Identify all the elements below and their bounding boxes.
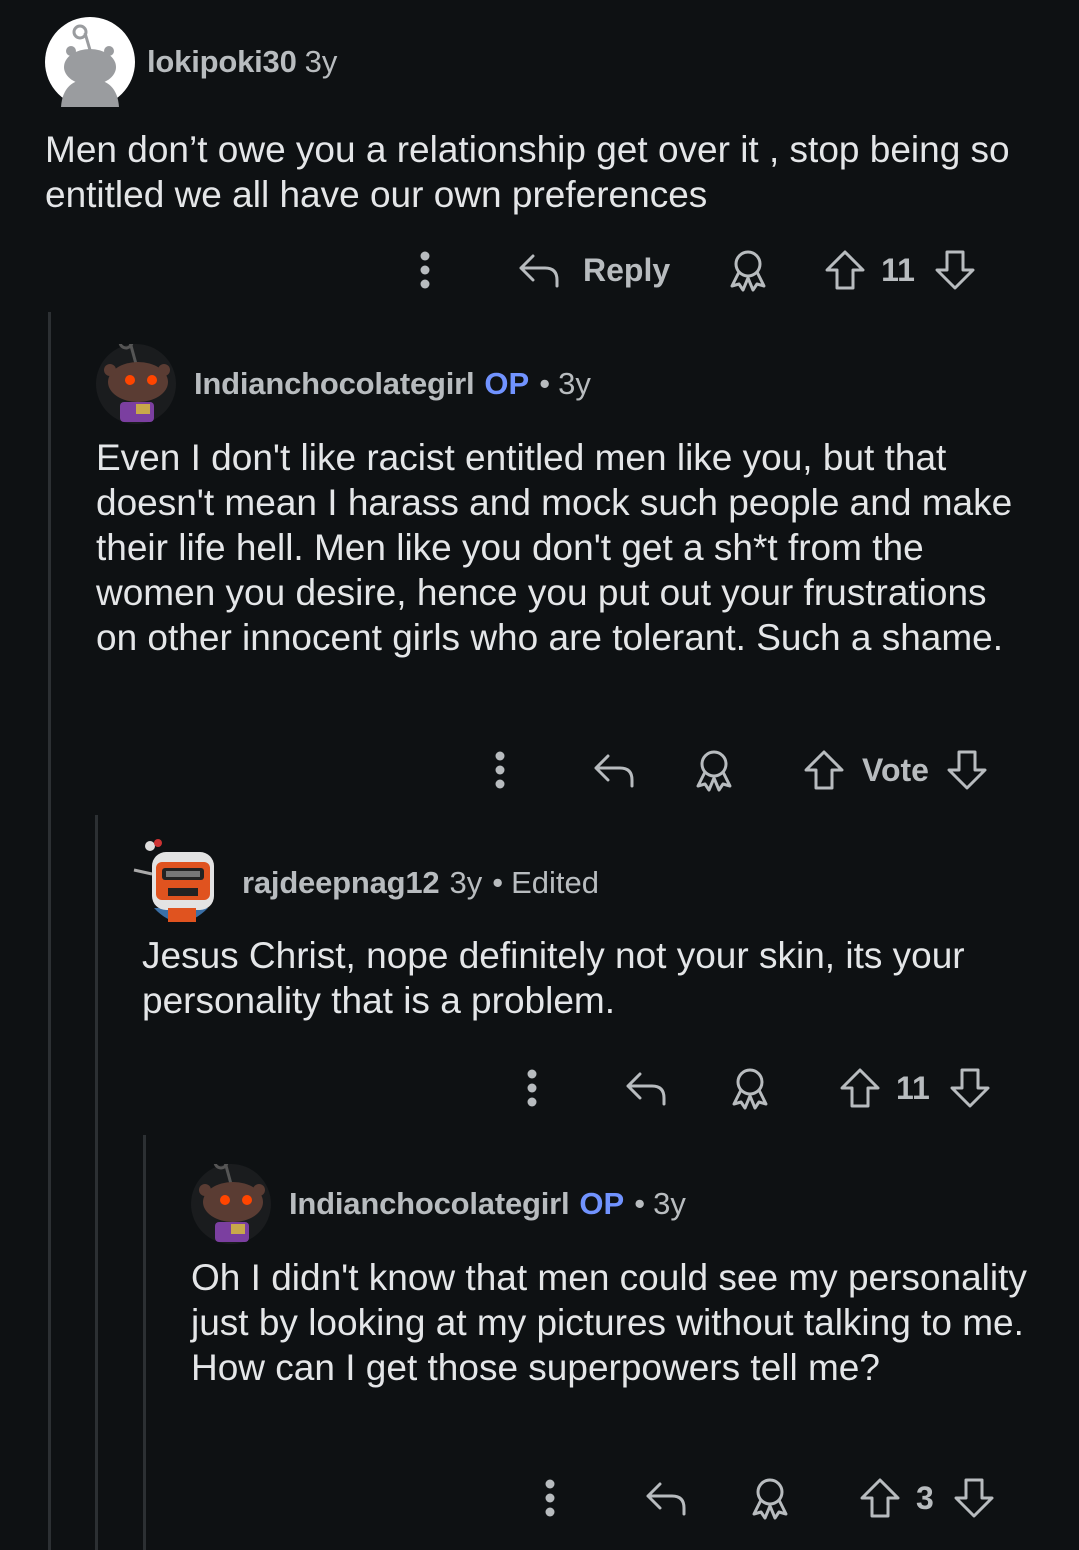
separator-dot: • — [492, 865, 504, 900]
award-button[interactable] — [728, 1066, 772, 1110]
custom-snoo-avatar-icon — [191, 1154, 271, 1244]
user-avatar[interactable] — [191, 1154, 271, 1244]
upvote-button[interactable] — [858, 1476, 902, 1520]
upvote-arrow-icon — [860, 1478, 900, 1518]
downvote-button[interactable] — [952, 1476, 996, 1520]
reply-button[interactable]: Reply — [517, 250, 670, 290]
op-badge: OP — [484, 366, 530, 401]
custom-snoo-avatar-icon — [96, 334, 176, 424]
upvote-button[interactable] — [823, 248, 867, 292]
award-icon — [730, 250, 766, 292]
comment-actions: 11 — [510, 1058, 992, 1118]
award-button[interactable] — [692, 748, 736, 792]
comment-indianchocolategirl-1: Indianchocolategirl OP • 3y Even I don't… — [96, 334, 1056, 660]
comment-indianchocolategirl-2: Indianchocolategirl OP • 3y Oh I didn't … — [191, 1154, 1061, 1390]
timestamp: 3y — [558, 366, 591, 401]
user-avatar[interactable] — [45, 17, 135, 107]
thread-line-level-2[interactable] — [95, 815, 98, 1550]
vote-score: Vote — [862, 751, 929, 788]
reply-button[interactable] — [644, 1478, 688, 1518]
more-vertical-icon — [527, 1069, 537, 1107]
vote-score: 3 — [916, 1479, 934, 1516]
upvote-button[interactable] — [802, 748, 846, 792]
comment-actions: Vote — [478, 740, 989, 800]
timestamp: 3y — [449, 865, 483, 900]
comment-rajdeepnag12: rajdeepnag12 3y • Edited Jesus Christ, n… — [132, 838, 1062, 1023]
more-vertical-icon — [545, 1479, 555, 1517]
thread-line-level-1[interactable] — [48, 312, 51, 1550]
thread-line-level-3[interactable] — [143, 1135, 146, 1550]
award-icon — [752, 1478, 788, 1520]
upvote-button[interactable] — [838, 1066, 882, 1110]
comment-body: Men don’t owe you a relationship get ove… — [45, 129, 1010, 215]
comment-actions: 3 — [528, 1468, 996, 1528]
more-options-button[interactable] — [510, 1068, 554, 1108]
user-avatar[interactable] — [132, 838, 228, 928]
downvote-arrow-icon — [947, 750, 987, 790]
comment-lokipoki30: lokipoki30 3y Men don’t owe you a relati… — [45, 17, 1045, 217]
award-button[interactable] — [726, 248, 770, 292]
more-options-button[interactable] — [400, 250, 450, 290]
comment-body: Jesus Christ, nope definitely not your s… — [142, 935, 965, 1021]
reply-button[interactable] — [624, 1068, 668, 1108]
username[interactable]: Indianchocolategirl — [289, 1186, 570, 1222]
vote-score: 11 — [896, 1069, 930, 1106]
reply-arrow-icon — [594, 754, 634, 788]
reply-arrow-icon — [646, 1482, 686, 1516]
award-button[interactable] — [748, 1476, 792, 1520]
downvote-button[interactable] — [933, 248, 977, 292]
downvote-arrow-icon — [935, 250, 975, 290]
more-options-button[interactable] — [528, 1478, 572, 1518]
timestamp: 3y — [304, 44, 338, 79]
edited-label: Edited — [511, 865, 599, 900]
upvote-arrow-icon — [804, 750, 844, 790]
downvote-arrow-icon — [954, 1478, 994, 1518]
reply-button[interactable] — [592, 750, 636, 790]
separator-dot: • — [539, 366, 551, 401]
more-options-button[interactable] — [478, 750, 522, 790]
timestamp: 3y — [653, 1186, 686, 1221]
username[interactable]: Indianchocolategirl — [194, 366, 475, 402]
comment-body: Even I don't like racist entitled men li… — [96, 437, 1013, 658]
more-vertical-icon — [495, 751, 505, 789]
reply-arrow-icon — [626, 1072, 666, 1106]
username[interactable]: rajdeepnag12 — [242, 865, 440, 901]
downvote-button[interactable] — [948, 1066, 992, 1110]
reply-arrow-icon — [519, 254, 559, 288]
more-vertical-icon — [420, 251, 430, 289]
award-icon — [732, 1068, 768, 1110]
reply-label: Reply — [583, 251, 671, 288]
separator-dot: • — [634, 1186, 646, 1221]
robot-snoo-avatar-icon — [133, 839, 214, 922]
award-icon — [696, 750, 732, 792]
comment-actions: Reply 11 — [400, 240, 977, 300]
default-snoo-avatar-icon — [45, 17, 135, 107]
vote-score: 11 — [881, 251, 915, 288]
username[interactable]: lokipoki30 — [147, 44, 297, 80]
upvote-arrow-icon — [825, 250, 865, 290]
user-avatar[interactable] — [96, 334, 176, 424]
downvote-arrow-icon — [950, 1068, 990, 1108]
op-badge: OP — [579, 1186, 625, 1221]
downvote-button[interactable] — [945, 748, 989, 792]
comment-body: Oh I didn't know that men could see my p… — [191, 1257, 1027, 1388]
upvote-arrow-icon — [840, 1068, 880, 1108]
